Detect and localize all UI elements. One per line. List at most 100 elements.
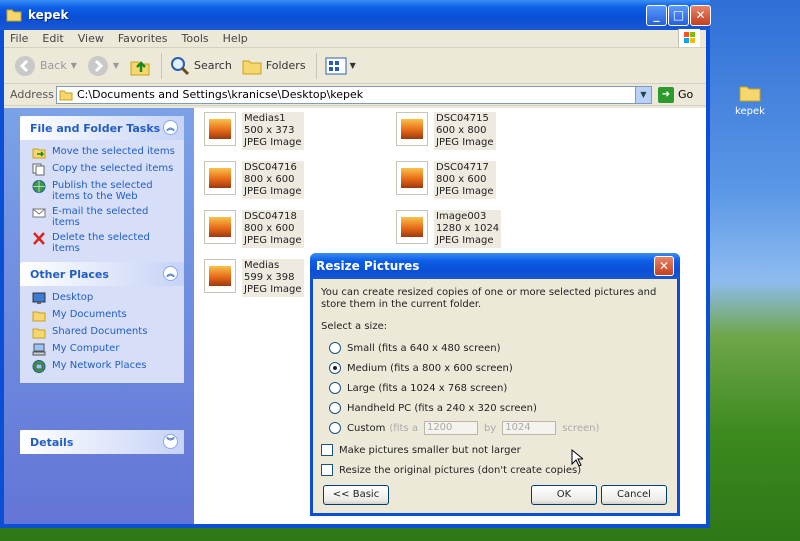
network-icon xyxy=(32,360,46,373)
menu-favorites[interactable]: Favorites xyxy=(118,32,168,45)
place-desktop[interactable]: Desktop xyxy=(32,292,178,305)
checkbox-label: Make pictures smaller but not larger xyxy=(339,444,521,456)
collapse-chevron-icon[interactable]: ︽ xyxy=(163,266,178,281)
file-item[interactable]: DSC04716 800 x 600 JPEG Image xyxy=(204,161,304,199)
dialog-title-bar[interactable]: Resize Pictures ✕ xyxy=(310,253,680,279)
up-button[interactable] xyxy=(129,55,151,77)
menu-bar: File Edit View Favorites Tools Help xyxy=(4,29,706,48)
title-bar[interactable]: kepek _ □ ✕ xyxy=(0,0,711,30)
go-button[interactable]: ➜ Go xyxy=(658,86,693,103)
address-dropdown-button[interactable]: ▼ xyxy=(635,86,651,103)
task-label: E-mail the selected items xyxy=(52,206,149,228)
file-item[interactable]: Medias 599 x 398 JPEG Image xyxy=(204,259,304,297)
maximize-button[interactable]: □ xyxy=(668,5,689,26)
file-item[interactable]: DSC04718 800 x 600 JPEG Image xyxy=(204,210,304,248)
size-option-handheld[interactable]: Handheld PC (fits a 240 x 320 screen) xyxy=(321,398,669,418)
chevron-down-icon: ▼ xyxy=(70,61,77,70)
place-my-computer[interactable]: My Computer xyxy=(32,343,178,356)
search-button[interactable]: Search xyxy=(170,56,232,76)
task-publish[interactable]: Publish the selected items to the Web xyxy=(32,180,178,202)
jpeg-file-icon xyxy=(204,161,236,195)
radio-button[interactable] xyxy=(329,422,341,434)
jpeg-file-icon xyxy=(204,112,236,146)
size-option-large[interactable]: Large (fits a 1024 x 768 screen) xyxy=(321,378,669,398)
file-item[interactable]: DSC04717 800 x 600 JPEG Image xyxy=(396,161,496,199)
file-dims: 800 x 600 xyxy=(244,174,295,185)
task-move[interactable]: Move the selected items xyxy=(32,146,178,159)
cancel-button[interactable]: Cancel xyxy=(601,485,667,505)
option-label: Handheld PC (fits a 240 x 320 screen) xyxy=(347,402,537,414)
custom-width-input[interactable]: 1200 xyxy=(423,421,478,435)
menu-view[interactable]: View xyxy=(78,32,104,45)
panel-header[interactable]: Other Places ︽ xyxy=(20,262,184,286)
search-label: Search xyxy=(194,59,232,72)
task-copy[interactable]: Copy the selected items xyxy=(32,163,178,176)
checkbox[interactable] xyxy=(321,444,333,456)
address-value: C:\Documents and Settings\kranicse\Deskt… xyxy=(77,88,364,101)
basic-button[interactable]: << Basic xyxy=(323,485,389,505)
task-delete[interactable]: Delete the selected items xyxy=(32,232,178,254)
file-dims: 1280 x 1024 xyxy=(436,223,500,234)
views-button[interactable]: ▼ xyxy=(325,56,356,76)
task-label: Delete the selected items xyxy=(52,232,150,254)
menu-file[interactable]: File xyxy=(10,32,28,45)
views-icon xyxy=(325,57,347,74)
minimize-button[interactable]: _ xyxy=(646,5,667,26)
ok-button[interactable]: OK xyxy=(531,485,597,505)
task-label: Move the selected items xyxy=(52,146,175,157)
folders-label: Folders xyxy=(265,59,306,72)
file-item[interactable]: Image003 1280 x 1024 JPEG Image xyxy=(396,210,502,248)
other-places-panel: Other Places ︽ Desktop My Documents Shar… xyxy=(20,262,184,383)
file-name: Medias1 xyxy=(244,113,286,124)
file-type: JPEG Image xyxy=(436,186,494,197)
radio-button[interactable] xyxy=(329,402,341,414)
place-label: Shared Documents xyxy=(52,326,148,337)
expand-chevron-icon[interactable]: ︾ xyxy=(163,434,178,449)
panel-header[interactable]: Details ︾ xyxy=(20,430,184,454)
menu-help[interactable]: Help xyxy=(223,32,248,45)
collapse-chevron-icon[interactable]: ︽ xyxy=(163,120,178,135)
file-name: Medias xyxy=(244,260,280,271)
desktop-icon xyxy=(32,292,46,304)
size-option-small[interactable]: Small (fits a 640 x 480 screen) xyxy=(321,338,669,358)
smaller-not-larger-option[interactable]: Make pictures smaller but not larger xyxy=(321,440,669,460)
forward-button[interactable]: ▼ xyxy=(87,55,119,77)
file-info: DSC04715 600 x 800 JPEG Image xyxy=(434,112,496,150)
desktop-folder-kepek[interactable]: kepek xyxy=(728,84,772,117)
size-option-custom[interactable]: Custom (fits a 1200 by 1024 screen) xyxy=(321,418,669,438)
file-folder-tasks-panel: File and Folder Tasks ︽ Move the selecte… xyxy=(20,116,184,264)
file-item[interactable]: Medias1 500 x 373 JPEG Image xyxy=(204,112,304,150)
back-button[interactable]: Back ▼ xyxy=(14,55,77,77)
folder-icon xyxy=(32,311,46,322)
panel-header[interactable]: File and Folder Tasks ︽ xyxy=(20,116,184,140)
folders-button[interactable]: Folders xyxy=(242,57,306,75)
menu-edit[interactable]: Edit xyxy=(42,32,63,45)
resize-original-option[interactable]: Resize the original pictures (don't crea… xyxy=(321,460,669,480)
close-button[interactable]: ✕ xyxy=(690,5,711,26)
file-dims: 800 x 600 xyxy=(244,223,295,234)
task-label: Publish the selected items to the Web xyxy=(52,180,153,202)
menu-tools[interactable]: Tools xyxy=(182,32,209,45)
place-my-network-places[interactable]: My Network Places xyxy=(32,360,178,373)
dialog-close-button[interactable]: ✕ xyxy=(654,256,674,276)
checkbox[interactable] xyxy=(321,464,333,476)
radio-button[interactable] xyxy=(329,382,341,394)
file-type: JPEG Image xyxy=(244,137,302,148)
radio-button-selected[interactable] xyxy=(329,362,341,374)
file-name: DSC04715 xyxy=(436,113,489,124)
file-dims: 600 x 800 xyxy=(436,125,487,136)
custom-by-label: by xyxy=(483,422,497,434)
place-label: Desktop xyxy=(52,292,94,303)
radio-button[interactable] xyxy=(329,342,341,354)
file-item[interactable]: DSC04715 600 x 800 JPEG Image xyxy=(396,112,496,150)
custom-height-input[interactable]: 1024 xyxy=(502,421,557,435)
panel-body: Desktop My Documents Shared Documents My… xyxy=(20,286,184,383)
place-my-documents[interactable]: My Documents xyxy=(32,309,178,322)
size-option-medium[interactable]: Medium (fits a 800 x 600 screen) xyxy=(321,358,669,378)
task-email[interactable]: E-mail the selected items xyxy=(32,206,178,228)
file-info: Medias1 500 x 373 JPEG Image xyxy=(242,112,304,150)
address-input[interactable]: C:\Documents and Settings\kranicse\Deskt… xyxy=(56,85,652,104)
details-panel: Details ︾ xyxy=(20,430,184,454)
place-shared-documents[interactable]: Shared Documents xyxy=(32,326,178,339)
back-label: Back xyxy=(40,59,67,72)
